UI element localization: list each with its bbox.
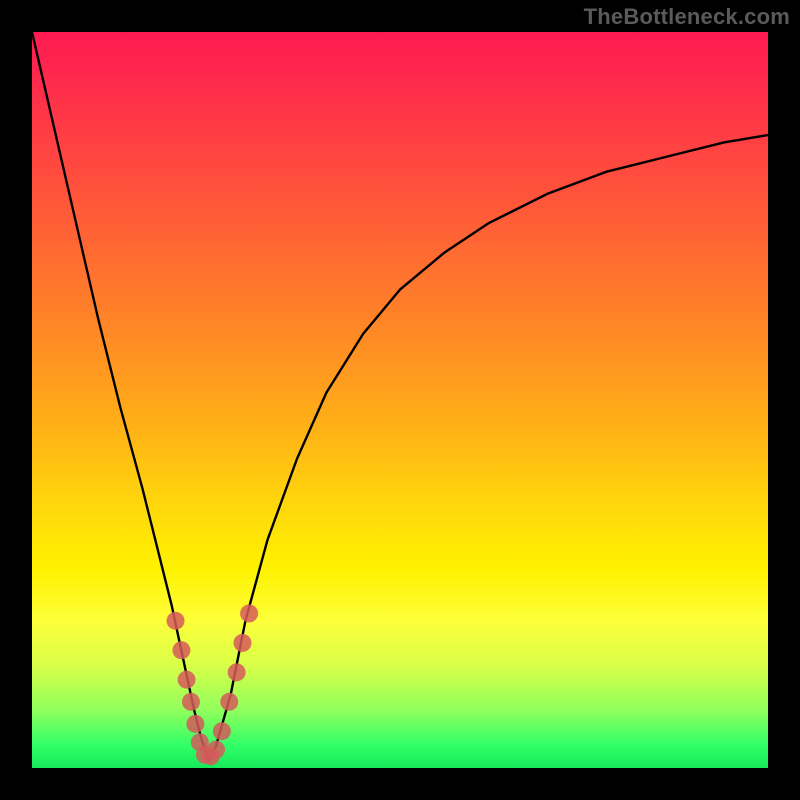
highlighted-point bbox=[178, 671, 196, 689]
highlighted-point bbox=[186, 715, 204, 733]
bottleneck-curve bbox=[32, 32, 768, 761]
highlighted-point bbox=[240, 604, 258, 622]
highlighted-point bbox=[213, 722, 231, 740]
highlighted-point bbox=[167, 612, 185, 630]
highlighted-point bbox=[207, 741, 225, 759]
chart-frame: TheBottleneck.com bbox=[0, 0, 800, 800]
highlighted-point bbox=[182, 693, 200, 711]
highlighted-point bbox=[220, 693, 238, 711]
highlighted-point bbox=[172, 641, 190, 659]
plot-area bbox=[32, 32, 768, 768]
highlighted-point bbox=[234, 634, 252, 652]
chart-svg bbox=[32, 32, 768, 768]
watermark-text: TheBottleneck.com bbox=[584, 4, 790, 30]
highlighted-point bbox=[228, 663, 246, 681]
